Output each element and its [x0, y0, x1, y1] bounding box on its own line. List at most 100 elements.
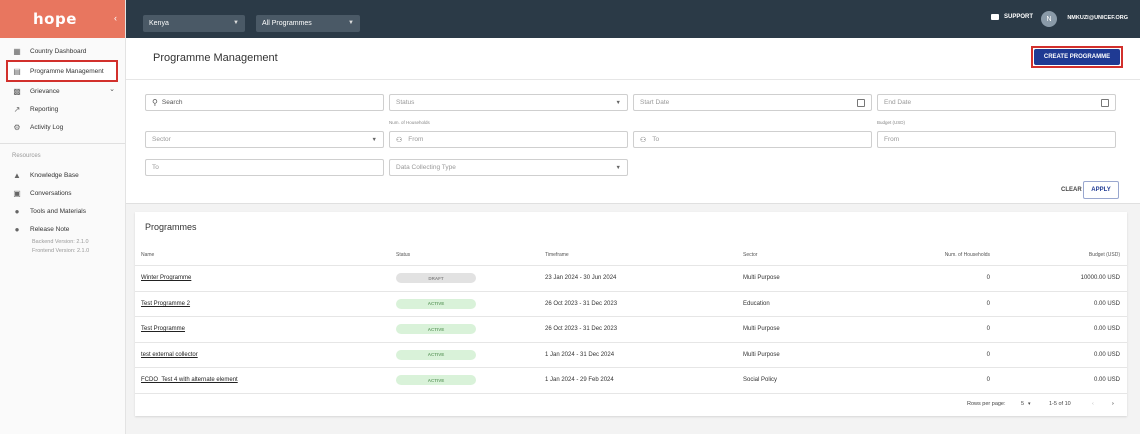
budget-cell: 0.00 USD: [1093, 300, 1120, 307]
sidebar-item-label: Programme Management: [30, 67, 104, 75]
sector-cell: Multi Purpose: [743, 351, 780, 358]
previous-page-icon[interactable]: ‹: [1092, 401, 1094, 407]
programmes-table-card: Programmes Name Status Timeframe Sector …: [135, 212, 1127, 416]
trending-icon: ↗: [13, 104, 21, 114]
chevron-down-icon: ▼: [371, 137, 377, 143]
sidebar-item-label: Knowledge Base: [30, 171, 79, 179]
table-row[interactable]: Winter Programme DRAFT 23 Jan 2024 - 30 …: [135, 266, 1127, 292]
column-header-sector[interactable]: Sector: [743, 245, 757, 265]
people-icon: ⚇: [640, 136, 647, 144]
page-title: Programme Management: [153, 52, 278, 64]
budget-to-placeholder: To: [152, 164, 159, 171]
sidebar-item-tools-and-materials[interactable]: ● Tools and Materials: [0, 202, 125, 220]
table-row[interactable]: FCDO_Test 4 with alternate element ACTIV…: [135, 368, 1127, 394]
support-label: SUPPORT: [1003, 14, 1033, 20]
user-email[interactable]: NMKUZI@UNICEF.ORG: [1067, 15, 1128, 21]
app-root: hope ‹ ▦ Country Dashboard ▤ Programme M…: [0, 0, 1140, 434]
budget-from-field[interactable]: From: [877, 131, 1116, 148]
column-header-budget[interactable]: Budget (USD): [1015, 245, 1120, 265]
sidebar-item-grievance[interactable]: ▩ Grievance ⌄: [0, 82, 125, 100]
households-from-field[interactable]: ⚇ From: [389, 131, 628, 148]
data-collecting-type-select[interactable]: Data Collecting Type ▼: [389, 159, 628, 176]
status-badge: ACTIVE: [396, 298, 476, 309]
chevron-down-icon[interactable]: ▾: [1028, 401, 1031, 407]
budget-to-field[interactable]: To: [145, 159, 384, 176]
column-header-name[interactable]: Name: [141, 245, 154, 265]
pagination-range: 1-5 of 10: [1049, 401, 1071, 407]
programme-name-link[interactable]: test external collector: [141, 352, 198, 358]
programme-name-link[interactable]: Test Programme 2: [141, 301, 190, 307]
info-icon: ●: [14, 206, 20, 216]
grievance-icon: ▩: [13, 86, 21, 96]
column-header-timeframe[interactable]: Timeframe: [545, 245, 569, 265]
chat-icon: [990, 14, 999, 20]
calendar-icon[interactable]: [857, 99, 865, 107]
timeframe-cell: 26 Oct 2023 - 31 Dec 2023: [545, 326, 618, 333]
avatar[interactable]: N: [1041, 11, 1057, 27]
collapse-sidebar-icon[interactable]: ‹: [114, 13, 117, 23]
data-collecting-type-placeholder: Data Collecting Type: [396, 164, 456, 171]
logo-bar: hope ‹: [0, 0, 125, 38]
backend-version: Backend Version: 2.1.0: [32, 239, 89, 245]
end-date-field[interactable]: End Date: [877, 94, 1116, 111]
country-select[interactable]: Kenya ▼: [143, 15, 245, 32]
sidebar-item-conversations[interactable]: ▣ Conversations: [0, 184, 125, 202]
status-badge: DRAFT: [396, 273, 476, 284]
chevron-down-icon: ▼: [615, 165, 621, 171]
households-cell: 0: [986, 275, 990, 282]
column-header-households[interactable]: Num. of Households: [895, 245, 990, 265]
column-header-status[interactable]: Status: [396, 245, 410, 265]
info-icon: ●: [14, 224, 20, 234]
households-to-field[interactable]: ⚇ To: [633, 131, 872, 148]
calendar-icon[interactable]: [1101, 99, 1109, 107]
sidebar-item-activity-log[interactable]: ⚙ Activity Log: [0, 118, 125, 136]
gear-icon: ⚙: [13, 122, 21, 132]
create-programme-button[interactable]: CREATE PROGRAMME: [1034, 49, 1120, 65]
table-row[interactable]: test external collector ACTIVE 1 Jan 202…: [135, 343, 1127, 368]
programme-name-link[interactable]: Winter Programme: [141, 275, 191, 281]
start-date-field[interactable]: Start Date: [633, 94, 872, 111]
sidebar-item-knowledge-base[interactable]: ▲ Knowledge Base: [0, 166, 125, 184]
search-placeholder: Search: [161, 99, 183, 106]
sidebar-item-reporting[interactable]: ↗ Reporting: [0, 100, 125, 118]
apply-button[interactable]: APPLY: [1083, 181, 1119, 199]
sidebar-nav: ▦ Country Dashboard ▤ Programme Manageme…: [0, 38, 125, 256]
hope-logo[interactable]: hope: [33, 10, 77, 28]
sector-select[interactable]: Sector ▼: [145, 131, 384, 148]
households-to-placeholder: To: [652, 136, 660, 143]
sidebar-item-programme-management[interactable]: ▤ Programme Management: [6, 60, 118, 82]
sidebar-item-label: Tools and Materials: [30, 207, 86, 215]
support-link[interactable]: SUPPORT: [990, 14, 1033, 20]
budget-cell: 0.00 USD: [1093, 377, 1120, 384]
programme-select-value: All Programmes: [262, 20, 312, 27]
sidebar-item-label: Reporting: [30, 105, 59, 113]
households-cell: 0: [986, 351, 990, 358]
budget-cell: 0.00 USD: [1093, 351, 1120, 358]
sidebar-divider: [0, 143, 125, 144]
households-label: Num. of Households: [389, 120, 430, 125]
sidebar-item-label: Country Dashboard: [30, 47, 87, 55]
status-select[interactable]: Status ▼: [389, 94, 628, 111]
programme-select[interactable]: All Programmes ▼: [256, 15, 360, 32]
budget-label: Budget (USD): [877, 120, 906, 125]
budget-cell: 0.00 USD: [1093, 326, 1120, 333]
table-row[interactable]: Test Programme 2 ACTIVE 26 Oct 2023 - 31…: [135, 292, 1127, 317]
clear-button[interactable]: CLEAR: [1061, 187, 1082, 193]
sidebar-item-label: Release Note: [30, 225, 70, 233]
rows-per-page-select[interactable]: 5: [1021, 401, 1024, 407]
table-row[interactable]: Test Programme ACTIVE 26 Oct 2023 - 31 D…: [135, 317, 1127, 343]
sector-cell: Multi Purpose: [743, 326, 780, 333]
sidebar-item-label: Grievance: [30, 87, 60, 95]
pagination: Rows per page: 5 ▾ 1-5 of 10 ‹ ›: [135, 395, 1127, 413]
programme-name-link[interactable]: Test Programme: [141, 326, 185, 332]
programme-name-link[interactable]: FCDO_Test 4 with alternate element: [141, 377, 238, 383]
sidebar-item-country-dashboard[interactable]: ▦ Country Dashboard: [0, 42, 125, 60]
page-header: Programme Management CREATE PROGRAMME: [126, 38, 1140, 80]
sector-cell: Social Policy: [743, 377, 778, 384]
next-page-icon[interactable]: ›: [1112, 401, 1114, 407]
search-input[interactable]: ⚲ Search: [145, 94, 384, 111]
table-title: Programmes: [145, 222, 197, 232]
households-cell: 0: [986, 377, 990, 384]
budget-from-placeholder: From: [884, 136, 900, 143]
sidebar-item-release-note[interactable]: ● Release Note: [0, 220, 125, 238]
